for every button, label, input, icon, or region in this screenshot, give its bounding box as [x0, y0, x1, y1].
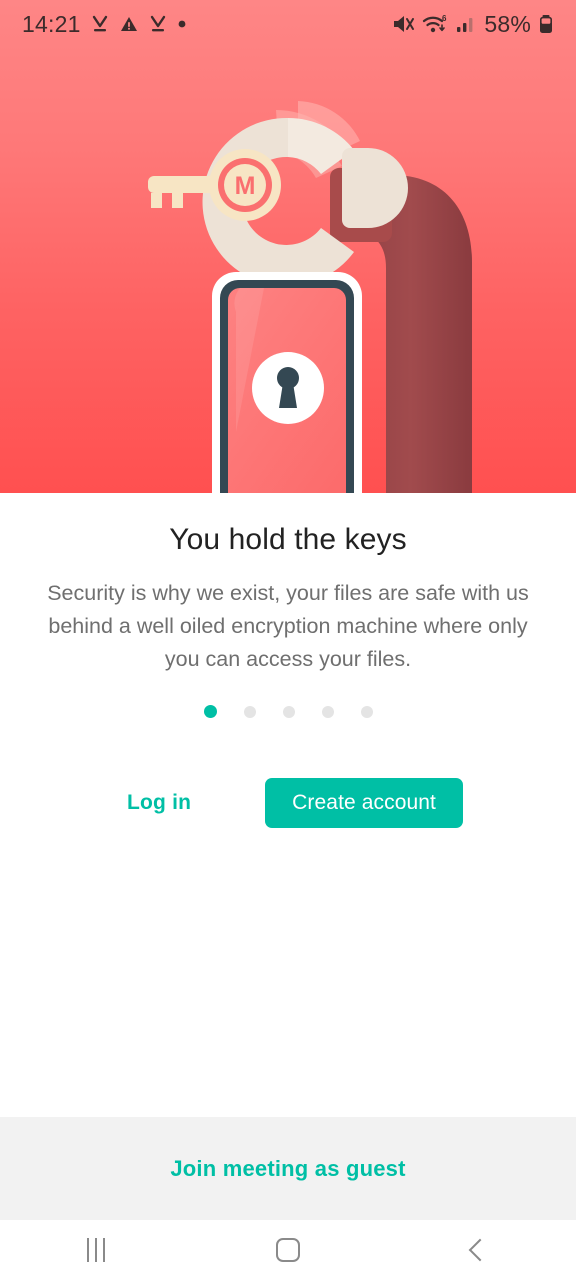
home-button[interactable] [192, 1220, 384, 1280]
pager-dot-5[interactable] [360, 705, 373, 718]
recents-icon [87, 1238, 105, 1262]
onboarding-content: You hold the keys Security is why we exi… [0, 493, 576, 1117]
status-bar: 14:21 6 58% [0, 0, 576, 48]
svg-text:M: M [235, 172, 256, 200]
home-icon [276, 1238, 300, 1262]
battery-percent-label: 58% [484, 10, 531, 37]
handcuff-key-phone-illustration: M [0, 0, 576, 493]
page-title: You hold the keys [169, 523, 407, 556]
hero-illustration-section: M 14:21 6 58% [0, 0, 576, 493]
pager-dot-2[interactable] [243, 705, 256, 718]
phone-shape [212, 272, 362, 493]
status-bar-clock: 14:21 [22, 10, 81, 37]
status-bar-right: 6 58% [391, 11, 554, 38]
wifi-6-icon: 6 [423, 14, 447, 33]
guest-bar: Join meeting as guest [0, 1117, 576, 1220]
dot-indicator-icon [178, 20, 185, 28]
status-bar-left: 14:21 [22, 11, 187, 38]
recents-button[interactable] [0, 1220, 192, 1280]
login-button[interactable]: Log in [113, 779, 205, 827]
back-button[interactable] [384, 1220, 576, 1280]
android-navigation-bar [0, 1220, 576, 1280]
pager-dots[interactable] [203, 705, 373, 718]
join-meeting-as-guest-button[interactable]: Join meeting as guest [170, 1156, 405, 1182]
keyhole-badge-icon [252, 352, 324, 424]
download-complete-icon [150, 15, 165, 32]
warning-triangle-icon [120, 17, 137, 31]
pager-dot-3[interactable] [282, 705, 295, 718]
app-screen: M 14:21 6 58% You hold the keys Security… [0, 0, 576, 1280]
pager-dot-4[interactable] [321, 705, 334, 718]
pager-dot-1[interactable] [203, 705, 217, 718]
battery-icon [540, 15, 552, 33]
svg-text:6: 6 [442, 14, 447, 23]
action-buttons: Log in Create account [113, 778, 463, 828]
create-account-button[interactable]: Create account [265, 778, 463, 828]
download-complete-icon [92, 15, 107, 32]
back-icon [468, 1238, 492, 1262]
cellular-signal-icon [457, 18, 473, 32]
page-description: Security is why we exist, your files are… [47, 581, 529, 671]
mute-vibrate-icon [394, 16, 415, 32]
